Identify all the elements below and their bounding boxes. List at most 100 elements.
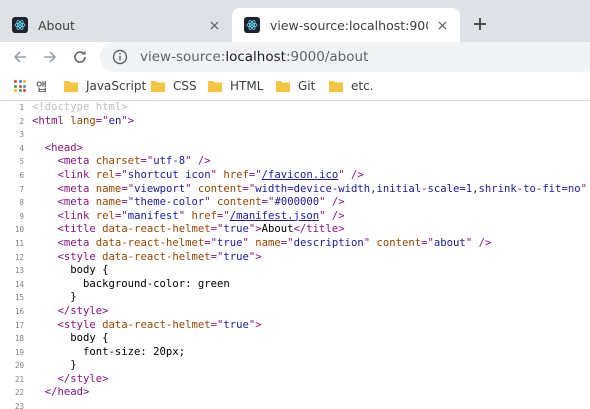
- attribute-token: name: [255, 236, 281, 249]
- source-line: 21 </style>: [0, 373, 590, 387]
- tag-token: <style: [57, 250, 103, 263]
- line-code: <head>: [32, 142, 83, 154]
- line-number: 16: [14, 306, 24, 316]
- close-icon[interactable]: [434, 17, 450, 33]
- tag-token: " />: [319, 196, 345, 209]
- attribute-token: data-react-helmet: [102, 250, 211, 263]
- bookmark-folder-git[interactable]: Git: [276, 76, 315, 96]
- tag-token: ">: [248, 318, 262, 331]
- tab-strip: About view-source:localhost:9000/about: [0, 0, 590, 42]
- line-code: <link rel="shortcut icon" href="/favicon…: [32, 169, 364, 181]
- line-number: 23: [14, 402, 24, 409]
- tag-token: ": [178, 209, 192, 222]
- attribute-token: href: [191, 209, 218, 222]
- forward-arrow-icon[interactable]: [38, 45, 62, 69]
- bookmark-apps[interactable]: 앱: [14, 76, 47, 96]
- tab-view-source[interactable]: view-source:localhost:9000/about: [232, 8, 460, 42]
- back-arrow-icon[interactable]: [8, 45, 32, 69]
- line-number: 14: [14, 279, 24, 289]
- tag-token: ": [363, 236, 377, 249]
- value-token: description: [293, 236, 364, 249]
- line-number: 19: [14, 347, 24, 357]
- tag-token: =": [280, 236, 294, 249]
- line-number: 17: [14, 320, 24, 330]
- line-code: <title data-react-helmet="true">About</t…: [32, 223, 345, 235]
- tag-token: =": [140, 155, 154, 168]
- tag-token: =": [114, 168, 128, 181]
- tag-token: =": [204, 236, 217, 249]
- bookmark-folder-css[interactable]: CSS: [151, 76, 197, 96]
- tag-token: ">: [248, 250, 262, 263]
- line-number: 11: [14, 238, 24, 248]
- source-line: 5 <meta charset="utf-8" />: [0, 155, 590, 169]
- react-logo-icon: [12, 17, 28, 33]
- attribute-token: name: [95, 196, 122, 209]
- line-number: 9: [19, 211, 24, 221]
- bookmark-label: etc.: [351, 79, 374, 93]
- source-line: 11 <meta data-react-helmet="true" name="…: [0, 237, 590, 251]
- attribute-token: name: [95, 182, 122, 195]
- tag-token: =": [121, 196, 135, 209]
- source-line: 8 <meta name="theme-color" content="#000…: [0, 196, 590, 210]
- text-token: body {: [32, 332, 109, 345]
- tag-token: <link: [57, 209, 96, 222]
- source-link[interactable]: /favicon.ico: [262, 169, 339, 181]
- line-code: }: [32, 359, 77, 372]
- tag-token: =": [210, 223, 224, 236]
- text-token: }: [32, 359, 77, 372]
- tag-token: <title: [57, 223, 103, 236]
- tag-token: <style: [57, 318, 103, 331]
- attribute-token: data-react-helmet: [95, 236, 205, 249]
- line-code: <link rel="manifest" href="/manifest.jso…: [32, 210, 345, 222]
- address-bar[interactable]: view-source:localhost:9000/about: [100, 42, 590, 72]
- line-code: background-color: green: [32, 278, 230, 290]
- tag-token: =": [95, 114, 109, 127]
- source-view[interactable]: 1 <!doctype html> 2 <html lang="en"> 3 4 <hea…: [0, 101, 590, 409]
- line-code: font-size: 20px;: [32, 346, 185, 358]
- tag-token: =": [210, 250, 224, 263]
- source-line: 23: [0, 400, 590, 409]
- line-number: 10: [14, 225, 24, 235]
- source-link[interactable]: /manifest.json: [230, 210, 319, 222]
- value-token: utf-8: [153, 155, 186, 168]
- tag-token: <html: [32, 114, 71, 127]
- tab-title: view-source:localhost:9000/about: [270, 17, 428, 33]
- line-code: body {: [32, 332, 109, 345]
- bookmark-folder-html[interactable]: HTML: [208, 76, 263, 96]
- tab-about[interactable]: About: [0, 8, 232, 42]
- line-number: 3: [19, 130, 24, 140]
- close-icon[interactable]: [206, 17, 222, 33]
- bookmarks-bar: 앱 JavaScript CSS HTML Git etc.: [0, 72, 590, 101]
- toolbar: view-source:localhost:9000/about: [0, 42, 590, 72]
- attribute-token: charset: [95, 155, 141, 168]
- value-token: viewport: [134, 182, 186, 195]
- line-number: 1: [19, 103, 24, 112]
- value-token: en: [108, 114, 122, 127]
- bookmark-label: 앱: [36, 79, 48, 94]
- source-line: 9 <link rel="manifest" href="/manifest.j…: [0, 210, 590, 224]
- folder-icon: [329, 81, 343, 92]
- bookmark-folder-javascript[interactable]: JavaScript: [64, 76, 146, 96]
- source-line: 17 <style data-react-helmet="true">: [0, 319, 590, 333]
- source-line: 6 <link rel="shortcut icon" href="/favic…: [0, 169, 590, 183]
- plus-icon[interactable]: [468, 12, 492, 36]
- line-number: 8: [19, 198, 24, 208]
- info-icon[interactable]: [112, 49, 128, 65]
- reload-icon[interactable]: [68, 45, 92, 69]
- attribute-token: content: [217, 196, 262, 209]
- line-number: 20: [14, 361, 24, 371]
- bookmark-folder-etc[interactable]: etc.: [329, 76, 374, 96]
- value-token: #000000: [274, 196, 320, 209]
- tag-token: <meta: [57, 182, 96, 195]
- tag-token: <meta: [57, 236, 96, 249]
- text-token: }: [32, 291, 77, 304]
- text-token: font-size: 20px;: [32, 345, 186, 358]
- react-logo-icon: [244, 17, 260, 33]
- bookmark-label: CSS: [173, 79, 197, 93]
- folder-icon: [151, 81, 165, 92]
